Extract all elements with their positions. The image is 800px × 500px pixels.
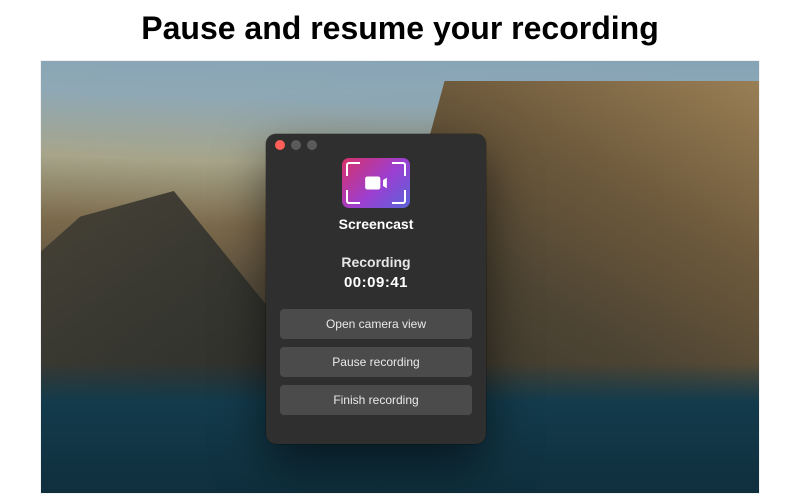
recording-timer: 00:09:41 [344, 274, 408, 291]
window-zoom-button[interactable] [307, 140, 317, 150]
window-close-button[interactable] [275, 140, 285, 150]
action-button-group: Open camera view Pause recording Finish … [266, 309, 486, 415]
app-icon [342, 158, 410, 208]
desktop-screenshot-frame: Screencast Recording 00:09:41 Open camer… [41, 61, 759, 493]
app-name-label: Screencast [339, 216, 414, 232]
capture-bracket-icon [346, 162, 360, 176]
promo-headline: Pause and resume your recording [0, 0, 800, 61]
pause-recording-button[interactable]: Pause recording [280, 347, 472, 377]
capture-bracket-icon [392, 162, 406, 176]
finish-recording-button[interactable]: Finish recording [280, 385, 472, 415]
window-titlebar [266, 134, 486, 156]
capture-bracket-icon [346, 190, 360, 204]
video-camera-icon [363, 170, 389, 196]
screencast-app-window: Screencast Recording 00:09:41 Open camer… [266, 134, 486, 444]
open-camera-view-button[interactable]: Open camera view [280, 309, 472, 339]
capture-bracket-icon [392, 190, 406, 204]
window-minimize-button[interactable] [291, 140, 301, 150]
recording-status-label: Recording [341, 254, 410, 270]
